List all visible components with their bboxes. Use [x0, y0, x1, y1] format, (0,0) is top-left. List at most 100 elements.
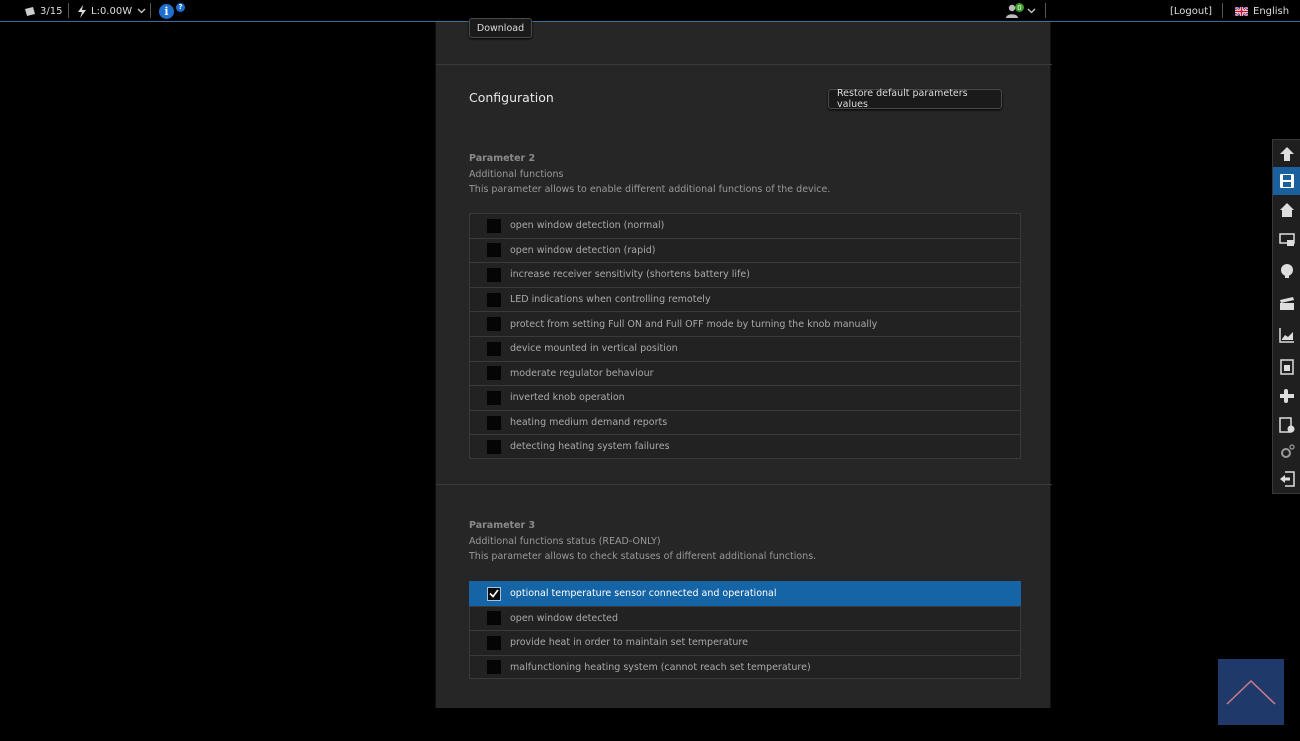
option-label: open window detected: [510, 612, 619, 624]
option-checkbox[interactable]: [487, 390, 501, 405]
option-checkbox[interactable]: [487, 439, 501, 454]
device-icon: [25, 6, 35, 16]
option-checkbox[interactable]: [487, 317, 501, 332]
power-indicator[interactable]: L:0.00W: [77, 0, 146, 22]
save-icon: [1280, 174, 1294, 188]
help-icon[interactable]: ?: [176, 2, 185, 12]
parameter-3-name: Additional functions status (READ-ONLY): [469, 536, 661, 547]
option-checkbox[interactable]: [487, 415, 501, 430]
exit-icon: [1280, 471, 1295, 487]
clapper-icon: [1280, 297, 1294, 310]
bulb-icon: [1281, 264, 1293, 278]
scenes-button[interactable]: [1273, 289, 1300, 317]
option-row[interactable]: moderate regulator behaviour: [469, 360, 1021, 386]
alarm-icon: [1279, 417, 1295, 433]
option-row[interactable]: inverted knob operation: [469, 385, 1021, 410]
save-button[interactable]: [1273, 167, 1300, 195]
home-button[interactable]: [1273, 196, 1300, 224]
option-checkbox[interactable]: [487, 660, 501, 675]
option-row[interactable]: detecting heating system failures: [469, 434, 1021, 459]
option-label: inverted knob operation: [510, 392, 625, 404]
option-label: device mounted in vertical position: [510, 343, 678, 355]
option-checkbox[interactable]: [487, 218, 501, 233]
option-checkbox[interactable]: [487, 611, 501, 626]
option-checkbox[interactable]: [487, 341, 501, 356]
option-label: provide heat in order to maintain set te…: [510, 637, 748, 649]
option-label: detecting heating system failures: [510, 441, 670, 453]
option-row[interactable]: provide heat in order to maintain set te…: [469, 630, 1021, 655]
rooms-icon: [1279, 233, 1295, 246]
lightning-icon: [78, 4, 86, 18]
language-label: English: [1253, 5, 1290, 17]
option-label: moderate regulator behaviour: [510, 367, 654, 379]
option-checkbox[interactable]: [487, 586, 501, 601]
panels-button[interactable]: [1273, 353, 1300, 381]
option-row[interactable]: protect from setting Full ON and Full OF…: [469, 311, 1021, 336]
exit-button[interactable]: [1273, 465, 1300, 493]
option-row[interactable]: device mounted in vertical position: [469, 335, 1021, 361]
option-label: heating medium demand reports: [510, 417, 668, 429]
parameter-3-options: optional temperature sensor connected an…: [469, 581, 1021, 680]
checkmark-icon: [489, 589, 499, 599]
uk-flag-icon: [1235, 6, 1248, 16]
option-label: optional temperature sensor connected an…: [510, 588, 777, 600]
scroll-up-button[interactable]: [1273, 140, 1300, 168]
parameter-2-options: open window detection (normal) open windo…: [469, 213, 1021, 459]
top-bar: 3/15 L:0.00W i ? 0 [Logout] English: [0, 0, 1300, 22]
configuration-title: Configuration: [469, 90, 554, 105]
option-checkbox[interactable]: [487, 366, 501, 381]
option-row[interactable]: increase receiver sensitivity (shortens …: [469, 262, 1021, 287]
chart-icon: [1279, 328, 1294, 343]
gear-icon: [1281, 444, 1295, 458]
option-label: open window detection (rapid): [510, 244, 656, 256]
restore-defaults-button[interactable]: Restore default parameters values: [828, 88, 1002, 110]
puzzle-icon: [1280, 389, 1294, 403]
device-config-panel: Download Configuration Restore default p…: [435, 18, 1052, 708]
chevron-up-icon: [1226, 679, 1276, 705]
power-value: L:0.00W: [91, 5, 133, 17]
user-menu[interactable]: 0: [1005, 0, 1036, 22]
devices-count: 3/15: [40, 5, 63, 17]
parameter-3-description: This parameter allows to check statuses …: [469, 551, 817, 562]
devices-button[interactable]: [1273, 257, 1300, 285]
option-label: open window detection (normal): [510, 220, 665, 232]
right-toolbar: [1272, 139, 1300, 494]
info-icon: i: [159, 3, 174, 19]
plugins-button[interactable]: [1273, 382, 1300, 410]
logout-link[interactable]: [Logout]: [1170, 0, 1212, 22]
home-icon: [1280, 203, 1294, 217]
info-button[interactable]: i ?: [159, 0, 185, 22]
parameter-3-title: Parameter 3: [469, 520, 536, 531]
language-selector[interactable]: English: [1235, 0, 1289, 22]
scroll-to-top-button[interactable]: [1218, 659, 1284, 725]
parameter-2-name: Additional functions: [469, 169, 564, 180]
parameter-2-description: This parameter allows to enable differen…: [469, 184, 831, 195]
option-checkbox[interactable]: [487, 267, 501, 282]
arrow-up-icon: [1280, 147, 1294, 161]
option-row[interactable]: heating medium demand reports: [469, 409, 1021, 435]
option-label: LED indications when controlling remotel…: [510, 294, 711, 306]
chevron-down-icon: [137, 8, 146, 14]
panels-icon: [1280, 359, 1294, 375]
option-row[interactable]: open window detected: [469, 605, 1021, 631]
option-row[interactable]: LED indications when controlling remotel…: [469, 286, 1021, 312]
chevron-down-icon: [1027, 8, 1036, 14]
option-checkbox[interactable]: [487, 292, 501, 307]
option-checkbox[interactable]: [487, 635, 501, 650]
option-label: increase receiver sensitivity (shortens …: [510, 269, 750, 281]
notification-badge: 0: [1015, 3, 1024, 12]
option-label: malfunctioning heating system (cannot re…: [510, 661, 811, 673]
option-row[interactable]: optional temperature sensor connected an…: [469, 581, 1021, 606]
devices-indicator[interactable]: 3/15: [24, 0, 62, 22]
parameter-2-title: Parameter 2: [469, 153, 536, 164]
download-button[interactable]: Download: [469, 18, 532, 38]
option-row[interactable]: open window detection (normal): [469, 213, 1021, 238]
option-label: protect from setting Full ON and Full OF…: [510, 318, 878, 330]
settings-button[interactable]: [1273, 438, 1300, 466]
option-row[interactable]: open window detection (rapid): [469, 237, 1021, 263]
option-row[interactable]: malfunctioning heating system (cannot re…: [469, 654, 1021, 680]
charts-button[interactable]: [1273, 321, 1300, 349]
rooms-button[interactable]: [1273, 226, 1300, 254]
option-checkbox[interactable]: [487, 243, 501, 258]
alarm-button[interactable]: [1273, 411, 1300, 439]
